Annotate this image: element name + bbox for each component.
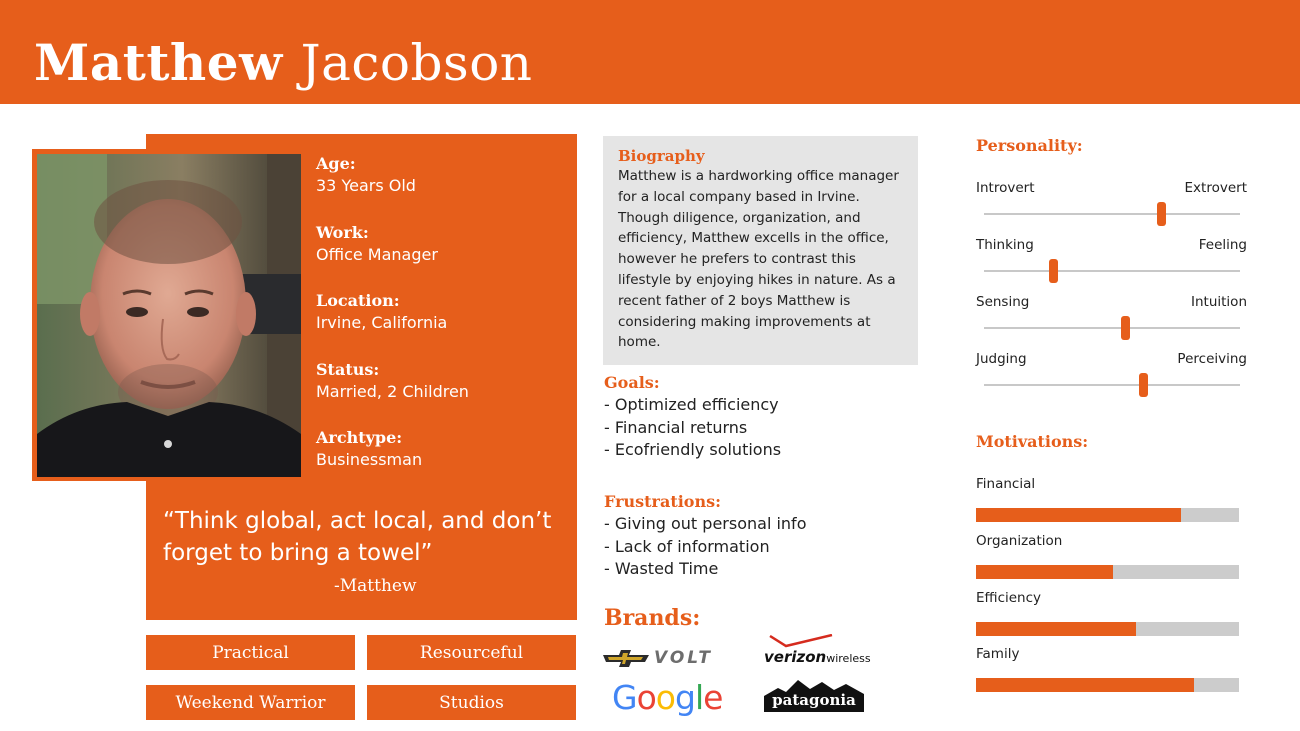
personality-title: Personality: [976,136,1083,155]
fact-age: Age: 33 Years Old [316,154,566,223]
avatar-photo [37,154,301,477]
google-logo: Google [612,676,736,718]
motivations-title: Motivations: [976,432,1089,451]
trait-badge-studios: Studios [367,685,576,720]
header-banner: Matthew Jacobson [0,0,1300,104]
scale-left-label: Sensing [976,294,1030,310]
brands-title: Brands: [604,605,701,631]
fact-value: Married, 2 Children [316,381,469,401]
scale-right-label: Intuition [1191,294,1247,310]
biography-text: Matthew is a hardworking office manager … [618,168,899,351]
fact-label: Work: [316,222,369,242]
fact-location: Location: Irvine, California [316,291,566,360]
motivation-label: Organization [976,533,1063,549]
biography-panel: Biography Matthew is a hardworking offic… [603,136,918,365]
fact-archtype: Archtype: Businessman [316,428,566,497]
trait-badge-resourceful: Resourceful [367,635,576,670]
personality-slider-thumb [1157,202,1166,226]
fact-label: Age: [316,154,356,173]
personality-slider-thumb [1121,316,1130,340]
personality-slider-track [984,270,1240,272]
personality-slider-thumb [1049,259,1058,283]
list-item: - Giving out personal info [604,514,807,533]
motivation-label: Family [976,646,1020,662]
motivation-bar-fill [976,678,1195,692]
scale-left-label: Thinking [976,237,1034,253]
trait-badge-practical: Practical [146,635,355,670]
persona-name: Matthew Jacobson [34,38,533,89]
persona-facts: Age: 33 Years Old Work: Office Manager L… [316,154,566,497]
fact-value: Office Manager [316,244,438,264]
volt-wordmark: VOLT [654,648,713,668]
motivation-bar-fill [976,622,1137,636]
fact-label: Status: [316,359,380,379]
personality-slider-track [984,384,1240,386]
frustrations-list: - Giving out personal info - Lack of inf… [604,513,806,581]
goals-list: - Optimized efficiency - Financial retur… [604,394,781,462]
motivation-label: Efficiency [976,590,1042,606]
list-item: - Ecofriendly solutions [604,440,782,459]
verizon-wordmark: verizon [764,647,827,666]
scale-left-label: Judging [976,351,1027,367]
motivation-bar [976,508,1239,522]
motivation-bar-fill [976,565,1113,579]
list-item: - Wasted Time [604,559,719,578]
scale-right-label: Extrovert [1184,180,1247,196]
scale-right-label: Perceiving [1177,351,1247,367]
scale-right-label: Feeling [1198,237,1247,253]
personality-slider-track [984,327,1240,329]
biography-title: Biography [618,147,705,165]
trait-badge-weekend-warrior: Weekend Warrior [146,685,355,720]
motivation-bar-fill [976,508,1182,522]
verizon-wireless-logo: verizonwireless [764,628,874,672]
scale-left-label: Introvert [976,180,1035,196]
motivation-bar [976,678,1239,692]
fact-value: Businessman [316,450,423,469]
personality-slider-track [984,213,1240,215]
fact-label: Location: [316,291,400,310]
verizon-wireless-suffix: wireless [826,651,871,665]
fact-label: Archtype: [316,428,403,447]
frustrations-title: Frustrations: [604,492,722,511]
fact-work: Work: Office Manager [316,223,566,292]
chevrolet-volt-logo: VOLT [603,644,748,672]
motivation-bar [976,565,1239,579]
last-name: Jacobson [300,34,533,92]
list-item: - Lack of information [604,536,770,556]
chevrolet-bowtie-icon [603,650,649,667]
motivation-bar [976,622,1239,636]
persona-quote: “Think global, act local, and don’t forg… [163,508,552,566]
list-item: - Optimized efficiency [604,395,779,414]
first-name: Matthew [34,33,283,92]
fact-value: Irvine, California [316,313,448,332]
fact-value: 33 Years Old [316,176,416,195]
quote-author: -Matthew [334,576,417,596]
list-item: - Financial returns [604,417,748,437]
patagonia-logo: patagonia [764,676,864,712]
personality-slider-thumb [1139,373,1148,397]
motivation-label: Financial [976,476,1036,492]
verizon-check-icon [769,633,833,647]
goals-title: Goals: [604,373,660,392]
google-wordmark: Google [612,677,723,717]
fact-status: Status: Married, 2 Children [316,360,566,429]
patagonia-wordmark: patagonia [772,691,856,709]
